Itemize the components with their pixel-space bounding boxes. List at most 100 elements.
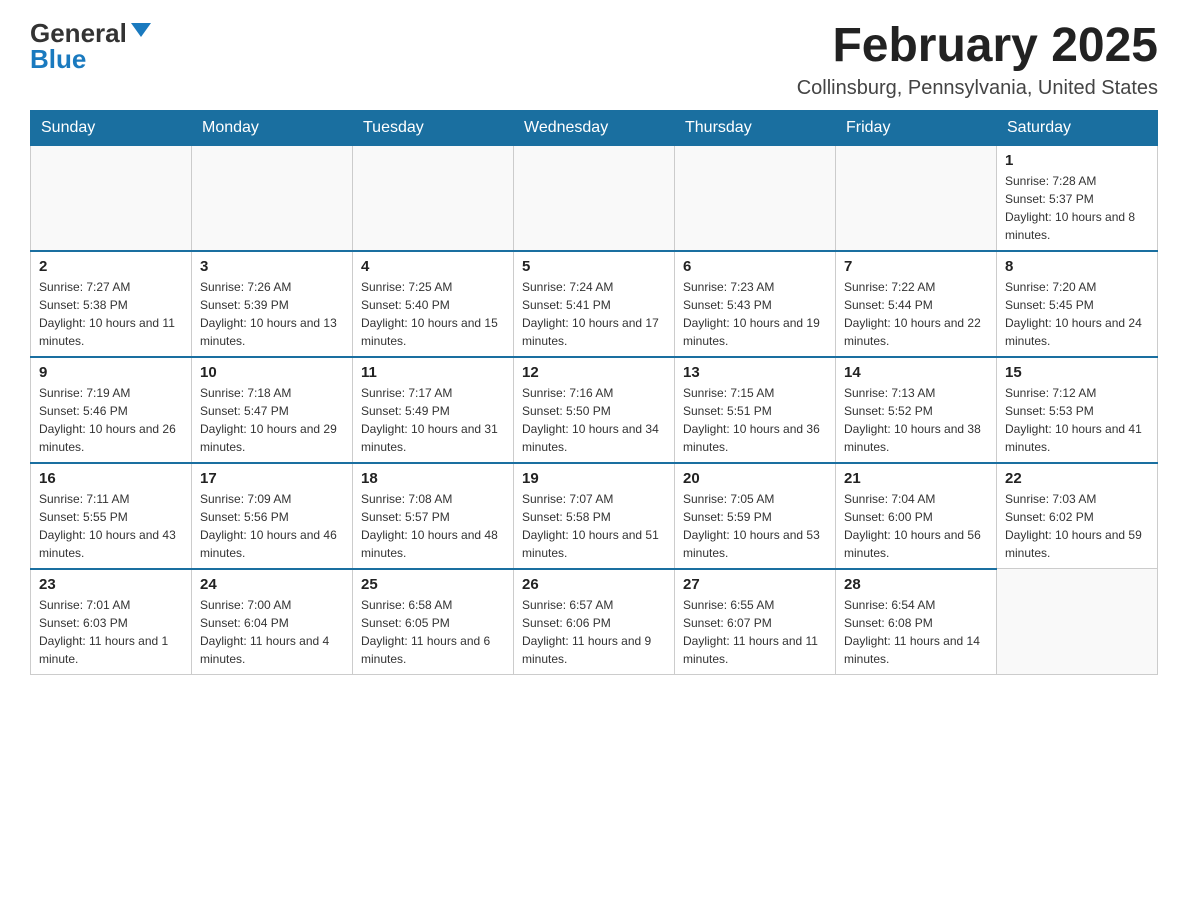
table-row [675, 145, 836, 251]
calendar-week-row: 9 Sunrise: 7:19 AMSunset: 5:46 PMDaylight… [31, 357, 1158, 463]
col-wednesday: Wednesday [514, 110, 675, 145]
table-row [353, 145, 514, 251]
day-number: 2 [39, 258, 183, 275]
day-info: Sunrise: 7:03 AMSunset: 6:02 PMDaylight:… [1005, 490, 1149, 562]
day-info: Sunrise: 7:08 AMSunset: 5:57 PMDaylight:… [361, 490, 505, 562]
day-info: Sunrise: 7:20 AMSunset: 5:45 PMDaylight:… [1005, 278, 1149, 350]
day-number: 15 [1005, 364, 1149, 381]
day-info: Sunrise: 7:01 AMSunset: 6:03 PMDaylight:… [39, 596, 183, 668]
table-row: 21 Sunrise: 7:04 AMSunset: 6:00 PMDayligh… [836, 463, 997, 569]
day-info: Sunrise: 6:54 AMSunset: 6:08 PMDaylight:… [844, 596, 988, 668]
day-number: 26 [522, 576, 666, 593]
day-number: 13 [683, 364, 827, 381]
table-row: 23 Sunrise: 7:01 AMSunset: 6:03 PMDayligh… [31, 569, 192, 675]
location: Collinsburg, Pennsylvania, United States [797, 77, 1158, 100]
day-info: Sunrise: 6:55 AMSunset: 6:07 PMDaylight:… [683, 596, 827, 668]
table-row: 4 Sunrise: 7:25 AMSunset: 5:40 PMDaylight… [353, 251, 514, 357]
day-number: 7 [844, 258, 988, 275]
col-thursday: Thursday [675, 110, 836, 145]
day-number: 19 [522, 470, 666, 487]
title-area: February 2025 Collinsburg, Pennsylvania,… [797, 20, 1158, 100]
col-monday: Monday [192, 110, 353, 145]
table-row [997, 569, 1158, 675]
table-row [192, 145, 353, 251]
calendar-table: Sunday Monday Tuesday Wednesday Thursday… [30, 110, 1158, 675]
day-number: 5 [522, 258, 666, 275]
day-number: 3 [200, 258, 344, 275]
calendar-week-row: 16Sunrise: 7:11 AMSunset: 5:55 PMDayligh… [31, 463, 1158, 569]
table-row: 24 Sunrise: 7:00 AMSunset: 6:04 PMDayligh… [192, 569, 353, 675]
table-row: 28 Sunrise: 6:54 AMSunset: 6:08 PMDayligh… [836, 569, 997, 675]
table-row: 22 Sunrise: 7:03 AMSunset: 6:02 PMDayligh… [997, 463, 1158, 569]
col-saturday: Saturday [997, 110, 1158, 145]
table-row: 10Sunrise: 7:18 AMSunset: 5:47 PMDayligh… [192, 357, 353, 463]
table-row: 9 Sunrise: 7:19 AMSunset: 5:46 PMDaylight… [31, 357, 192, 463]
day-info: Sunrise: 7:25 AMSunset: 5:40 PMDaylight:… [361, 278, 505, 350]
day-number: 4 [361, 258, 505, 275]
day-info: Sunrise: 7:27 AMSunset: 5:38 PMDaylight:… [39, 278, 183, 350]
day-number: 9 [39, 364, 183, 381]
table-row [836, 145, 997, 251]
day-info: Sunrise: 7:05 AMSunset: 5:59 PMDaylight:… [683, 490, 827, 562]
table-row [514, 145, 675, 251]
day-info: Sunrise: 7:07 AMSunset: 5:58 PMDaylight:… [522, 490, 666, 562]
day-info: Sunrise: 7:00 AMSunset: 6:04 PMDaylight:… [200, 596, 344, 668]
table-row: 19 Sunrise: 7:07 AMSunset: 5:58 PMDayligh… [514, 463, 675, 569]
day-number: 14 [844, 364, 988, 381]
day-number: 11 [361, 364, 505, 381]
day-info: Sunrise: 7:15 AMSunset: 5:51 PMDaylight:… [683, 384, 827, 456]
day-number: 18 [361, 470, 505, 487]
day-number: 21 [844, 470, 988, 487]
table-row: 17Sunrise: 7:09 AMSunset: 5:56 PMDayligh… [192, 463, 353, 569]
day-info: Sunrise: 6:57 AMSunset: 6:06 PMDaylight:… [522, 596, 666, 668]
logo-blue: Blue [30, 46, 86, 72]
calendar-header-row: Sunday Monday Tuesday Wednesday Thursday… [31, 110, 1158, 145]
table-row: 12Sunrise: 7:16 AMSunset: 5:50 PMDayligh… [514, 357, 675, 463]
table-row: 8 Sunrise: 7:20 AMSunset: 5:45 PMDaylight… [997, 251, 1158, 357]
day-info: Sunrise: 7:26 AMSunset: 5:39 PMDaylight:… [200, 278, 344, 350]
day-info: Sunrise: 7:28 AMSunset: 5:37 PMDaylight:… [1005, 172, 1149, 244]
table-row: 3 Sunrise: 7:26 AMSunset: 5:39 PMDaylight… [192, 251, 353, 357]
table-row [31, 145, 192, 251]
day-number: 8 [1005, 258, 1149, 275]
table-row: 5 Sunrise: 7:24 AMSunset: 5:41 PMDaylight… [514, 251, 675, 357]
day-number: 6 [683, 258, 827, 275]
logo-general: General [30, 20, 127, 46]
day-number: 28 [844, 576, 988, 593]
day-info: Sunrise: 7:19 AMSunset: 5:46 PMDaylight:… [39, 384, 183, 456]
table-row: 2 Sunrise: 7:27 AMSunset: 5:38 PMDaylight… [31, 251, 192, 357]
table-row: 15Sunrise: 7:12 AMSunset: 5:53 PMDayligh… [997, 357, 1158, 463]
table-row: 16Sunrise: 7:11 AMSunset: 5:55 PMDayligh… [31, 463, 192, 569]
page-header: General Blue February 2025 Collinsburg, … [30, 20, 1158, 100]
calendar-week-row: 1 Sunrise: 7:28 AMSunset: 5:37 PMDaylight… [31, 145, 1158, 251]
table-row: 1 Sunrise: 7:28 AMSunset: 5:37 PMDaylight… [997, 145, 1158, 251]
day-number: 12 [522, 364, 666, 381]
day-info: Sunrise: 7:17 AMSunset: 5:49 PMDaylight:… [361, 384, 505, 456]
day-number: 1 [1005, 152, 1149, 169]
day-info: Sunrise: 7:13 AMSunset: 5:52 PMDaylight:… [844, 384, 988, 456]
day-number: 22 [1005, 470, 1149, 487]
col-friday: Friday [836, 110, 997, 145]
table-row: 20Sunrise: 7:05 AMSunset: 5:59 PMDayligh… [675, 463, 836, 569]
day-number: 24 [200, 576, 344, 593]
col-sunday: Sunday [31, 110, 192, 145]
table-row: 26 Sunrise: 6:57 AMSunset: 6:06 PMDayligh… [514, 569, 675, 675]
table-row: 27Sunrise: 6:55 AMSunset: 6:07 PMDayligh… [675, 569, 836, 675]
day-info: Sunrise: 7:22 AMSunset: 5:44 PMDaylight:… [844, 278, 988, 350]
day-number: 23 [39, 576, 183, 593]
logo-triangle-icon [131, 23, 151, 37]
table-row: 6 Sunrise: 7:23 AMSunset: 5:43 PMDaylight… [675, 251, 836, 357]
day-info: Sunrise: 7:23 AMSunset: 5:43 PMDaylight:… [683, 278, 827, 350]
col-tuesday: Tuesday [353, 110, 514, 145]
table-row: 14 Sunrise: 7:13 AMSunset: 5:52 PMDayligh… [836, 357, 997, 463]
day-info: Sunrise: 7:11 AMSunset: 5:55 PMDaylight:… [39, 490, 183, 562]
day-number: 25 [361, 576, 505, 593]
day-info: Sunrise: 7:24 AMSunset: 5:41 PMDaylight:… [522, 278, 666, 350]
day-info: Sunrise: 7:04 AMSunset: 6:00 PMDaylight:… [844, 490, 988, 562]
logo: General Blue [30, 20, 151, 72]
table-row: 11 Sunrise: 7:17 AMSunset: 5:49 PMDayligh… [353, 357, 514, 463]
table-row: 13 Sunrise: 7:15 AMSunset: 5:51 PMDayligh… [675, 357, 836, 463]
day-info: Sunrise: 6:58 AMSunset: 6:05 PMDaylight:… [361, 596, 505, 668]
day-number: 10 [200, 364, 344, 381]
calendar-week-row: 2 Sunrise: 7:27 AMSunset: 5:38 PMDaylight… [31, 251, 1158, 357]
